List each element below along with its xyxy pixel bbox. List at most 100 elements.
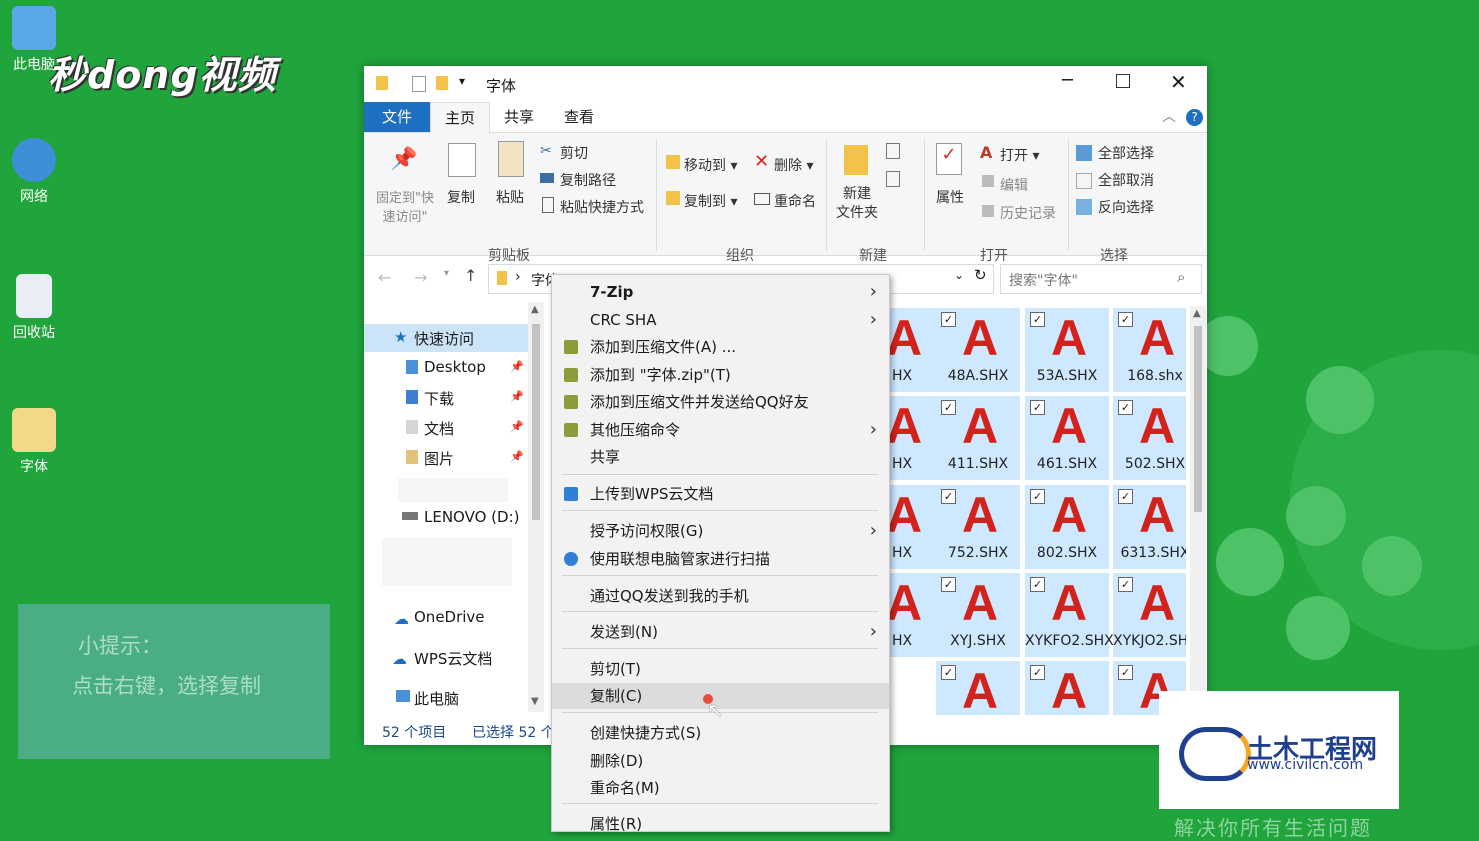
file-tile[interactable]: ✓ A 802.SHX xyxy=(1025,485,1109,569)
selection-checkbox[interactable]: ✓ xyxy=(941,312,956,327)
search-icon[interactable]: ⌕ xyxy=(1177,268,1185,286)
nav-item-downloads[interactable]: 下载 xyxy=(424,388,454,409)
rename-button[interactable]: 重命名 xyxy=(774,191,816,211)
forward-icon[interactable]: → xyxy=(414,268,427,287)
selection-checkbox[interactable]: ✓ xyxy=(1030,489,1045,504)
selection-checkbox[interactable]: ✓ xyxy=(1030,577,1045,592)
selection-checkbox[interactable]: ✓ xyxy=(941,489,956,504)
pin-icon[interactable]: 📌 xyxy=(510,450,524,463)
file-tile[interactable]: ✓ A 411.SHX xyxy=(936,396,1020,480)
move-to-button[interactable]: 移动到 ▾ xyxy=(684,155,737,175)
history-button[interactable]: 历史记录 xyxy=(1000,203,1056,223)
scroll-up-icon[interactable]: ▲ xyxy=(531,304,539,315)
nav-this-pc[interactable]: 此电脑 xyxy=(414,688,459,709)
content-scrollbar[interactable]: ▲ xyxy=(1190,306,1206,716)
content-scrollbar-thumb[interactable] xyxy=(1194,326,1202,512)
delete-button[interactable]: 删除 ▾ xyxy=(774,155,813,175)
file-tile[interactable]: ✓AHX xyxy=(884,485,944,569)
nav-item-pictures[interactable]: 图片 xyxy=(424,448,454,469)
address-dropdown-icon[interactable]: ⌄ xyxy=(954,268,964,282)
selection-checkbox[interactable]: ✓ xyxy=(1118,312,1133,327)
up-icon[interactable]: ↑ xyxy=(464,266,477,285)
menu-item[interactable]: 剪切(T) xyxy=(552,656,889,682)
pin-icon[interactable]: 📌 xyxy=(510,420,524,433)
easy-access-icon[interactable] xyxy=(886,171,900,187)
minimize-button[interactable]: ─ xyxy=(1062,70,1073,91)
properties-button[interactable]: 属性 xyxy=(936,187,964,207)
file-tile[interactable]: ✓ A 502.SHX xyxy=(1113,396,1186,480)
scroll-down-icon[interactable]: ▼ xyxy=(531,696,539,707)
file-tile[interactable]: ✓ A 6313.SHX xyxy=(1113,485,1186,569)
nav-item-documents[interactable]: 文档 xyxy=(424,418,454,439)
menu-item[interactable]: 创建快捷方式(S) xyxy=(552,720,889,746)
edit-button[interactable]: 编辑 xyxy=(1000,175,1028,195)
menu-item[interactable]: 上传到WPS云文档 xyxy=(552,481,889,507)
menu-item[interactable]: 通过QQ发送到我的手机 xyxy=(552,583,889,609)
menu-item[interactable]: 其他压缩命令 › xyxy=(552,417,889,443)
nav-drive-d[interactable]: LENOVO (D:) xyxy=(424,508,519,526)
selection-checkbox[interactable]: ✓ xyxy=(1030,400,1045,415)
collapse-ribbon-icon[interactable]: ︿ xyxy=(1162,106,1176,126)
recent-chevron-icon[interactable]: ▾ xyxy=(444,268,449,279)
file-tile[interactable]: ✓ A xyxy=(936,661,1020,715)
menu-item[interactable]: 发送到(N) › xyxy=(552,619,889,645)
help-icon[interactable]: ? xyxy=(1186,109,1203,126)
file-tile[interactable]: ✓ A 53A.SHX xyxy=(1025,308,1109,392)
selection-checkbox[interactable]: ✓ xyxy=(1030,665,1045,680)
pin-icon[interactable]: 📌 xyxy=(510,360,524,373)
properties-quick-icon[interactable] xyxy=(412,76,426,92)
menu-item[interactable]: 共享 xyxy=(552,444,889,470)
chevron-down-icon[interactable]: ▾ xyxy=(459,74,465,88)
invert-selection-button[interactable]: 反向选择 xyxy=(1098,197,1154,217)
desktop-icon-network[interactable]: 网络 xyxy=(2,138,66,206)
file-tile[interactable]: ✓ A 48A.SHX xyxy=(936,308,1020,392)
paste-button[interactable]: 粘贴 xyxy=(496,187,524,207)
file-tile[interactable]: ✓ A xyxy=(1025,661,1109,715)
file-tile[interactable]: ✓AHX xyxy=(884,396,944,480)
menu-item[interactable]: 重命名(M) xyxy=(552,775,889,801)
file-tile[interactable]: ✓AHX xyxy=(884,573,944,657)
copy-to-button[interactable]: 复制到 ▾ xyxy=(684,191,737,211)
tab-view[interactable]: 查看 xyxy=(552,102,606,132)
tab-share[interactable]: 共享 xyxy=(492,102,546,132)
pin-icon[interactable]: 📌 xyxy=(510,390,524,403)
back-icon[interactable]: ← xyxy=(378,268,391,287)
file-tile[interactable]: ✓ A 168.shx xyxy=(1113,308,1186,392)
search-box[interactable]: 搜索"字体" ⌕ xyxy=(1000,264,1202,294)
tab-home[interactable]: 主页 xyxy=(430,102,490,133)
selection-checkbox[interactable]: ✓ xyxy=(1030,312,1045,327)
menu-item[interactable]: 添加到压缩文件并发送给QQ好友 xyxy=(552,389,889,415)
new-item-icon[interactable] xyxy=(886,143,900,159)
paste-shortcut-button[interactable]: 粘贴快捷方式 xyxy=(560,197,644,217)
nav-item-desktop[interactable]: Desktop xyxy=(424,358,486,376)
select-none-button[interactable]: 全部取消 xyxy=(1098,170,1154,190)
selection-checkbox[interactable]: ✓ xyxy=(1118,400,1133,415)
new-folder-button[interactable]: 新建 文件夹 xyxy=(836,185,878,223)
scroll-up-icon[interactable]: ▲ xyxy=(1193,308,1201,319)
copy-button[interactable]: 复制 xyxy=(447,187,475,207)
menu-item[interactable]: 授予访问权限(G) › xyxy=(552,518,889,544)
open-button[interactable]: 打开 ▾ xyxy=(1000,145,1039,165)
desktop-icon-fonts[interactable]: 字体 xyxy=(2,408,66,476)
menu-item[interactable]: CRC SHA › xyxy=(552,307,889,333)
nav-quick-access[interactable]: 快速访问 xyxy=(414,328,474,349)
tab-file[interactable]: 文件 xyxy=(364,102,430,132)
file-tile[interactable]: ✓AHX xyxy=(884,308,944,392)
file-tile[interactable]: ✓ A XYKJO2.SHX xyxy=(1113,573,1186,657)
menu-item[interactable]: 7-Zip › xyxy=(552,279,889,305)
nav-onedrive[interactable]: OneDrive xyxy=(414,608,485,626)
file-tile[interactable]: ✓ A XYJ.SHX xyxy=(936,573,1020,657)
selection-checkbox[interactable]: ✓ xyxy=(941,400,956,415)
file-tile[interactable]: ✓ A 752.SHX xyxy=(936,485,1020,569)
menu-item[interactable]: 属性(R) xyxy=(552,811,889,831)
selection-checkbox[interactable]: ✓ xyxy=(1118,489,1133,504)
selection-checkbox[interactable]: ✓ xyxy=(1118,665,1133,680)
menu-item[interactable]: 添加到 "字体.zip"(T) xyxy=(552,362,889,388)
refresh-icon[interactable]: ↻ xyxy=(974,266,987,284)
file-tile[interactable]: ✓ A XYKFO2.SHX xyxy=(1025,573,1114,657)
selection-checkbox[interactable]: ✓ xyxy=(941,577,956,592)
nav-scrollbar[interactable]: ▲ ▼ xyxy=(528,302,544,712)
menu-item[interactable]: 添加到压缩文件(A) ... xyxy=(552,334,889,360)
pin-quick-access-button[interactable]: 固定到"快速访问" xyxy=(372,187,438,225)
cut-button[interactable]: 剪切 xyxy=(560,143,588,163)
